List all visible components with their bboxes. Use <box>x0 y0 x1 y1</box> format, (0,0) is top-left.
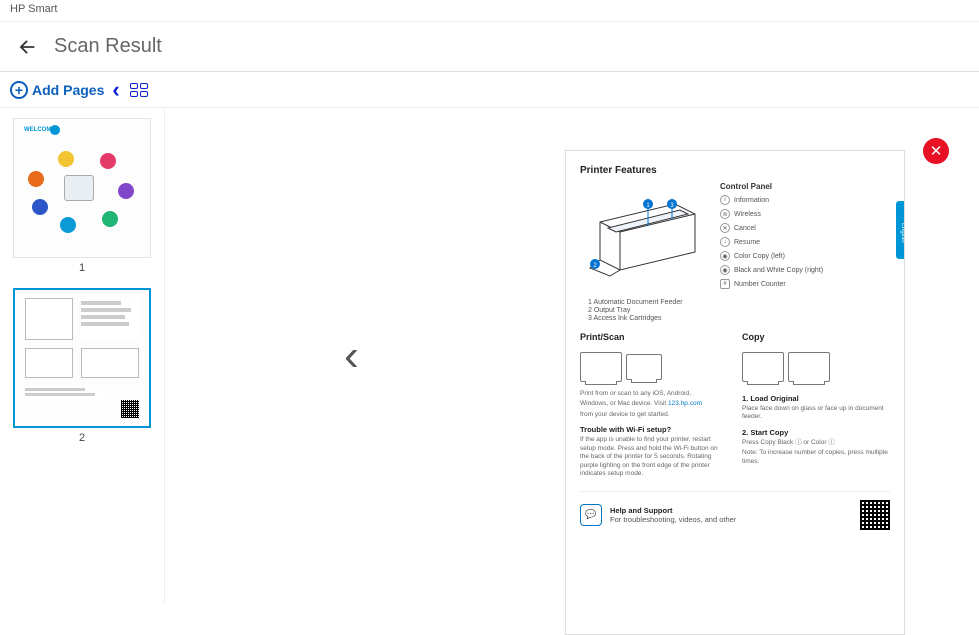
setup-link: 123.hp.com <box>668 400 702 407</box>
info-icon: i <box>720 195 730 205</box>
thumbnail-1-page: WELCOME <box>13 118 151 258</box>
thumb1-welcome-text: WELCOME <box>24 127 55 133</box>
prev-page-button[interactable]: ‹ <box>344 331 359 381</box>
thumbnail-1[interactable]: WELCOME 1 <box>13 118 151 274</box>
copy-section: Copy 1. Load Original Place face down on… <box>742 332 890 481</box>
app-titlebar: HP Smart <box>0 0 979 22</box>
color-copy-icon: ◉ <box>720 251 730 261</box>
printer-diagram: 1 2 3 <box>580 182 710 292</box>
laptop-icon <box>626 354 662 380</box>
control-panel-legend: Control Panel iInformation ≋Wireless ✕Ca… <box>720 182 890 293</box>
thumbnail-2-page <box>13 288 151 428</box>
copy-printer-icon-1 <box>742 352 784 382</box>
counter-icon: # <box>720 279 730 289</box>
plus-icon: + <box>10 81 28 99</box>
help-support-row: 💬 Help and Support For troubleshooting, … <box>580 491 890 530</box>
thumbnail-panel: WELCOME 1 <box>0 108 165 603</box>
chat-icon: 💬 <box>580 504 602 526</box>
cancel-icon: ✕ <box>720 223 730 233</box>
chevron-left-icon: ‹ <box>112 77 119 103</box>
document-preview: English Printer Features 1 2 <box>565 150 905 635</box>
copy-printer-icon-2 <box>788 352 830 382</box>
section-printer-features: Printer Features <box>580 165 890 176</box>
language-tab[interactable]: English <box>896 201 905 259</box>
bw-copy-icon: ◉ <box>720 265 730 275</box>
scan-toolbar: + Add Pages ‹ <box>0 72 979 108</box>
control-panel-title: Control Panel <box>720 182 890 191</box>
resume-icon: ↓ <box>720 237 730 247</box>
close-icon: ✕ <box>930 142 943 160</box>
wifi-setup-heading: Trouble with Wi-Fi setup? <box>580 425 728 434</box>
content-area: WELCOME 1 <box>0 108 979 603</box>
qr-code <box>860 500 890 530</box>
page-header: Scan Result <box>0 22 979 72</box>
close-button[interactable]: ✕ <box>923 138 949 164</box>
app-title: HP Smart <box>10 3 57 15</box>
back-button[interactable] <box>14 34 40 60</box>
page-title: Scan Result <box>54 35 162 58</box>
help-support-title: Help and Support <box>610 506 736 515</box>
grid-view-button[interactable] <box>130 83 148 97</box>
add-pages-button[interactable]: + Add Pages <box>10 81 104 99</box>
printer-icon <box>580 352 622 382</box>
add-pages-label: Add Pages <box>32 82 104 98</box>
preview-area: ‹ ✕ English Printer Features <box>165 108 979 603</box>
print-scan-section: Print/Scan Print from or scan to any iOS… <box>580 332 728 481</box>
feature-callouts: 1 Automatic Document Feeder 2 Output Tra… <box>588 299 890 322</box>
thumbnail-1-number: 1 <box>79 262 85 274</box>
wireless-icon: ≋ <box>720 209 730 219</box>
thumbnail-2-number: 2 <box>79 432 85 444</box>
thumbnail-2[interactable]: 2 <box>13 288 151 444</box>
